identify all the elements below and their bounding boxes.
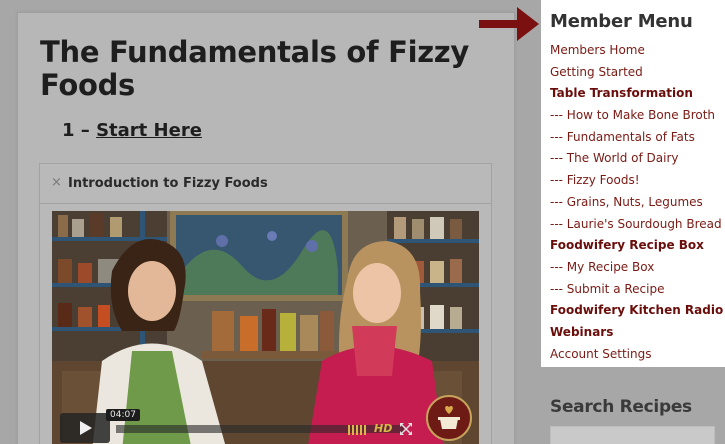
menu-title: Member Menu [550,11,693,32]
menu-item[interactable]: --- Submit a Recipe [550,279,723,301]
menu-item[interactable]: Foodwifery Kitchen Radio [550,300,723,322]
section-number: 1 – [62,120,90,141]
member-menu: Member Menu Members Home Getting Started T… [541,0,725,367]
start-here-link[interactable]: Start Here [96,120,202,141]
search-input[interactable] [550,426,715,444]
menu-item[interactable]: --- Grains, Nuts, Legumes [550,192,723,214]
section-heading: 1 – Start Here [62,120,202,141]
time-tooltip: 04:07 [106,409,140,421]
menu-list: Members Home Getting Started Table Transfo… [550,40,723,365]
menu-item[interactable]: --- The World of Dairy [550,148,723,170]
menu-item[interactable]: Getting Started [550,62,723,84]
menu-item[interactable]: --- How to Make Bone Broth [550,105,723,127]
menu-item[interactable]: Table Transformation [550,83,723,105]
menu-item[interactable]: --- Fundamentals of Fats [550,127,723,149]
hd-badge[interactable]: HD [374,422,392,435]
menu-item[interactable]: Webinars [550,322,723,344]
menu-item[interactable]: --- My Recipe Box [550,257,723,279]
logo-badge [426,395,472,441]
close-icon[interactable]: × [51,175,62,190]
volume-icon[interactable] [348,425,368,435]
lesson-header[interactable]: × Introduction to Fizzy Foods [40,164,491,204]
menu-item[interactable]: Foodwifery Recipe Box [550,235,723,257]
arrow-right-icon [479,7,539,41]
menu-item[interactable]: Account Settings [550,344,723,366]
search-heading: Search Recipes [550,397,692,417]
video-player[interactable]: 04:07 HD [52,211,479,444]
page-title: The Fundamentals of Fizzy Foods [40,35,469,102]
menu-item[interactable]: Members Home [550,40,723,62]
pot-logo-icon [438,405,460,429]
play-icon [80,421,92,435]
play-button[interactable] [60,413,110,443]
lesson-title: Introduction to Fizzy Foods [68,176,268,191]
menu-item[interactable]: --- Laurie's Sourdough Bread [550,214,723,236]
menu-item[interactable]: --- Fizzy Foods! [550,170,723,192]
fullscreen-icon[interactable] [400,423,412,435]
